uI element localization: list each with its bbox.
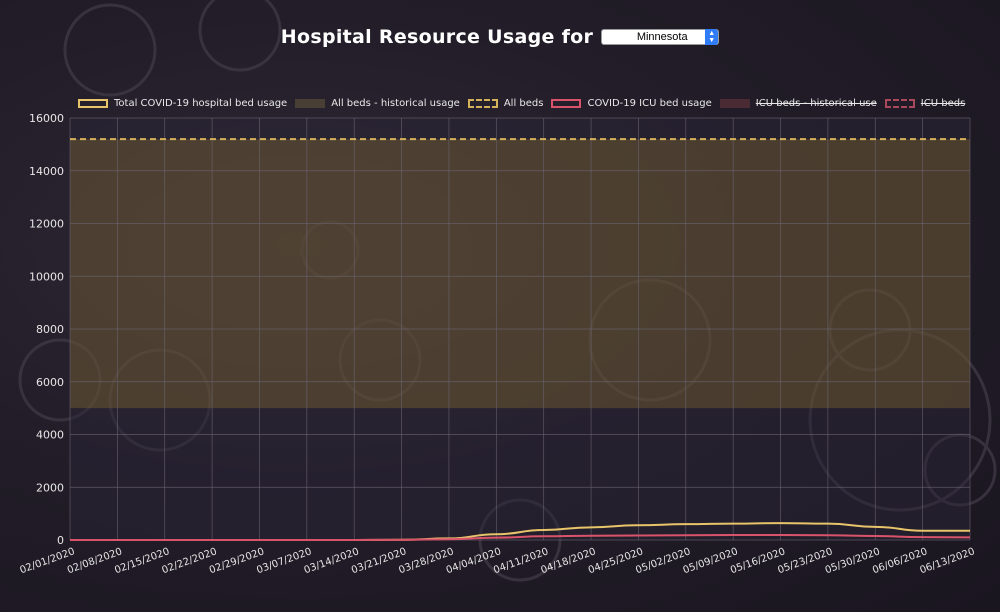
y-tick-label: 2000 xyxy=(36,481,64,494)
hospital-usage-chart: 020004000600080001000012000140001600002/… xyxy=(18,112,976,576)
y-tick-label: 6000 xyxy=(36,376,64,389)
y-tick-label: 8000 xyxy=(36,323,64,336)
y-tick-label: 4000 xyxy=(36,429,64,442)
y-tick-label: 10000 xyxy=(29,270,64,283)
y-tick-label: 16000 xyxy=(29,112,64,125)
y-tick-label: 0 xyxy=(57,534,64,547)
band-all-beds-historical xyxy=(70,139,970,409)
x-tick-label: 06/13/2020 xyxy=(918,546,976,576)
y-tick-label: 14000 xyxy=(29,165,64,178)
y-tick-label: 12000 xyxy=(29,218,64,231)
